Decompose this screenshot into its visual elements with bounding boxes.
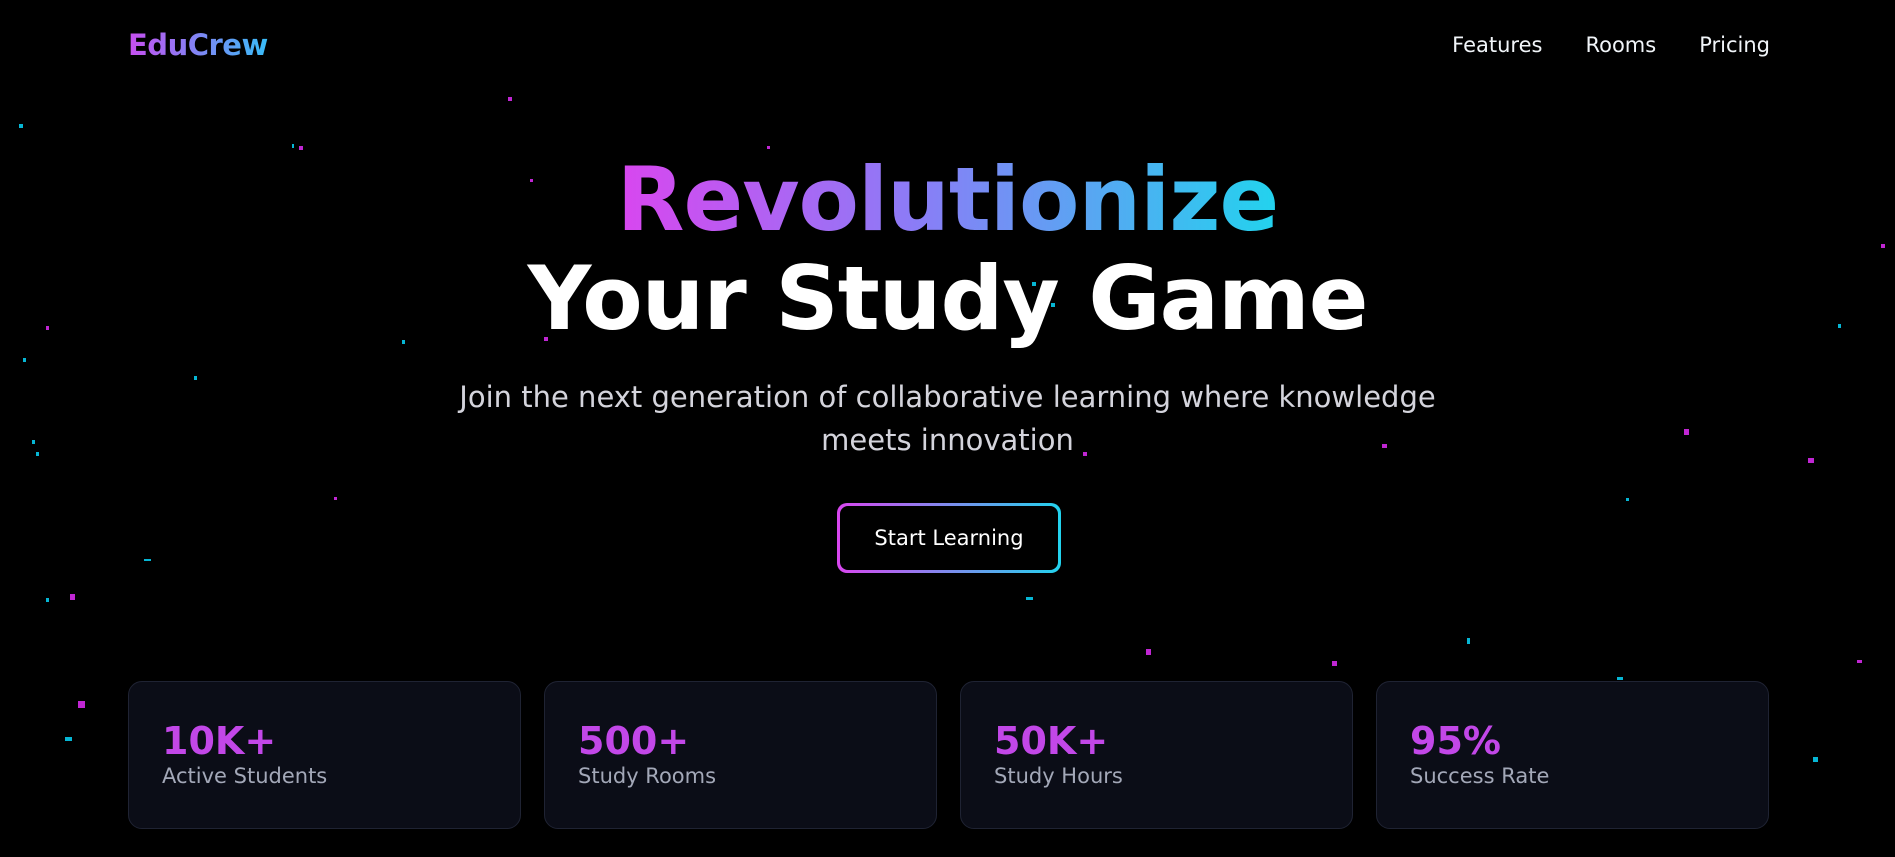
particle	[1026, 597, 1033, 600]
stat-value: 50K+	[994, 719, 1109, 763]
particle	[78, 701, 85, 708]
stat-card-students: 10K+ Active Students	[128, 681, 521, 829]
start-learning-button[interactable]: Start Learning	[837, 503, 1061, 573]
nav-links: Features Rooms Pricing	[1452, 33, 1770, 57]
hero-title-gradient: Revolutionize	[616, 148, 1279, 251]
stat-label: Success Rate	[1410, 764, 1550, 788]
particle	[144, 559, 151, 561]
particle	[1857, 660, 1862, 663]
particle	[19, 124, 23, 128]
stat-label: Study Hours	[994, 764, 1123, 788]
particle	[1626, 498, 1629, 501]
nav-link-rooms[interactable]: Rooms	[1585, 33, 1656, 57]
stat-label: Study Rooms	[578, 764, 717, 788]
particle	[46, 598, 49, 602]
particle	[334, 497, 337, 500]
particle	[292, 144, 294, 148]
stat-value: 500+	[578, 719, 690, 763]
particle	[70, 594, 75, 600]
hero-section: Revolutionize Your Study Game Join the n…	[0, 150, 1895, 462]
hero-subtitle: Join the next generation of collaborativ…	[459, 380, 1436, 457]
particle	[1617, 677, 1623, 680]
nav-link-features[interactable]: Features	[1452, 33, 1542, 57]
particle	[1332, 661, 1337, 666]
particle	[65, 737, 72, 741]
start-learning-label: Start Learning	[840, 506, 1058, 570]
nav-link-pricing[interactable]: Pricing	[1699, 33, 1770, 57]
stat-label: Active Students	[162, 764, 328, 788]
particle	[1146, 649, 1151, 655]
stat-card-success: 95% Success Rate	[1376, 681, 1769, 829]
stats-row: 10K+ Active Students 500+ Study Rooms 50…	[128, 681, 1769, 829]
particle	[1813, 757, 1818, 762]
hero-title: Your Study Game	[527, 247, 1369, 350]
top-nav: EduCrew Features Rooms Pricing	[128, 22, 1770, 68]
stat-card-rooms: 500+ Study Rooms	[544, 681, 937, 829]
particle	[1467, 638, 1470, 644]
particle	[508, 97, 512, 101]
page: EduCrew Features Rooms Pricing Revolutio…	[0, 0, 1895, 857]
stat-card-hours: 50K+ Study Hours	[960, 681, 1353, 829]
logo[interactable]: EduCrew	[128, 28, 268, 62]
stat-value: 10K+	[162, 719, 277, 763]
stat-value: 95%	[1410, 719, 1501, 763]
